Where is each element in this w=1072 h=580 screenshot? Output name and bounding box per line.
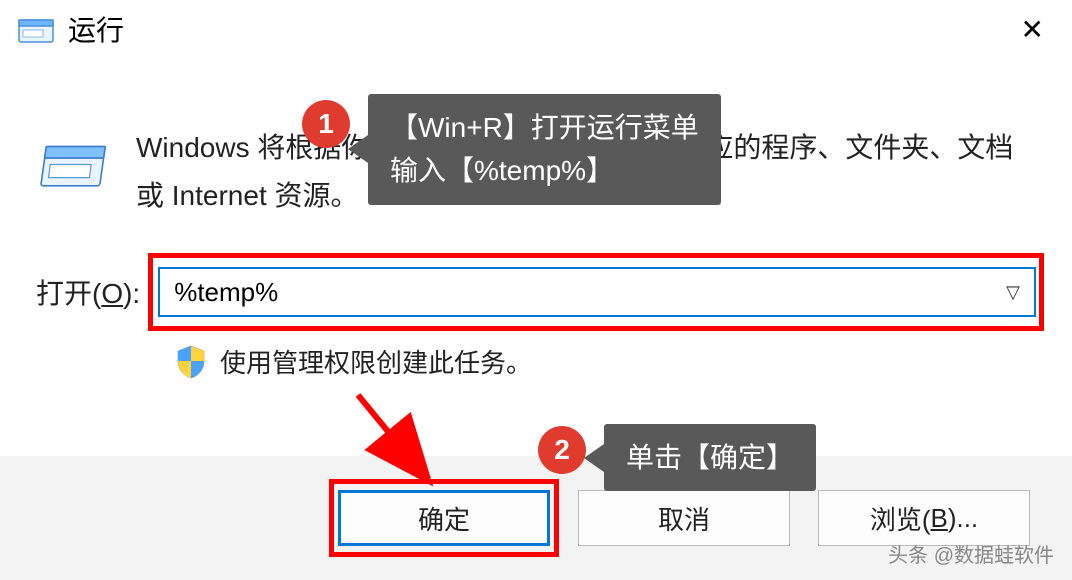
run-icon [18,14,54,44]
annotation-callout-2: 单击【确定】 [604,424,816,491]
annotation-badge-2: 2 [538,426,586,474]
shield-icon [176,345,206,379]
watermark-text: 头条 @数据蛙软件 [888,539,1054,568]
chevron-down-icon[interactable]: ▽ [1006,282,1020,303]
annotation-callout-1: 【Win+R】打开运行菜单 输入【%temp%】 [368,94,721,205]
browse-button[interactable]: 浏览(B)... [818,490,1030,546]
open-combobox[interactable]: ▽ [158,267,1036,317]
annotation-arrow [338,380,458,500]
close-button[interactable]: ✕ [1003,13,1062,46]
titlebar: 运行 ✕ [0,0,1072,58]
open-label: 打开(O): [36,272,140,312]
cancel-button[interactable]: 取消 [578,490,790,546]
window-title: 运行 [68,9,1003,49]
admin-text: 使用管理权限创建此任务。 [220,343,532,380]
annotation-badge-1: 1 [302,100,350,148]
open-input[interactable] [174,277,1006,308]
admin-privileges-row: 使用管理权限创建此任务。 [176,343,1036,380]
run-dialog-icon [36,132,108,202]
